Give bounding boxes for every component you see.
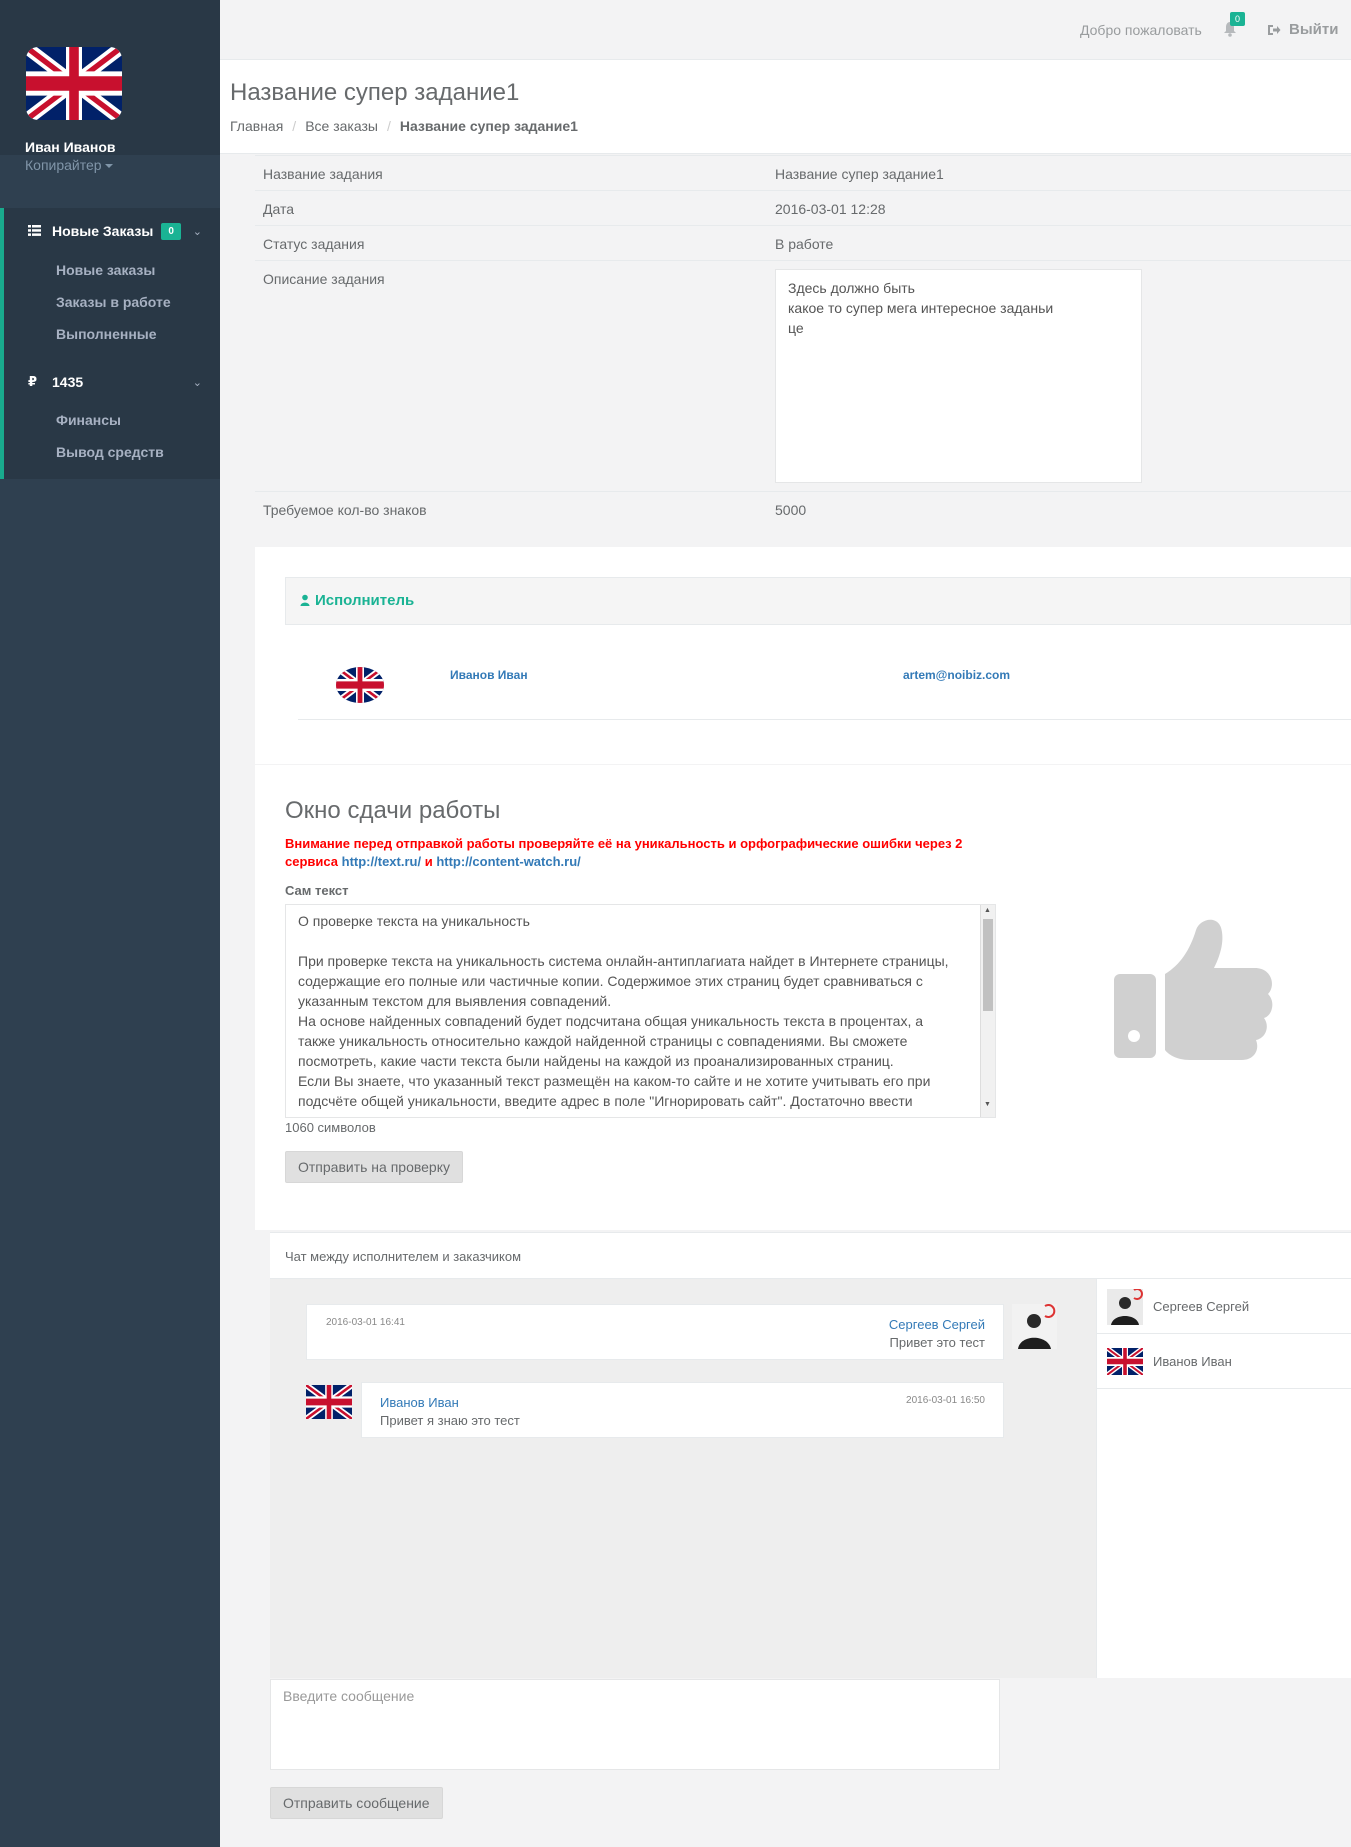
breadcrumb-home[interactable]: Главная — [230, 118, 283, 134]
table-row: Требуемое кол-во знаков 5000 — [255, 491, 1351, 546]
chat-message: Иванов Иван Привет я знаю это тест 2016-… — [361, 1382, 1004, 1438]
breadcrumb-current: Название супер задание1 — [399, 118, 578, 134]
message-time: 2016-03-01 16:41 — [326, 1317, 405, 1328]
chevron-down-icon[interactable]: ⌄ — [193, 376, 202, 389]
executor-heading-label: Исполнитель — [315, 592, 415, 609]
sidebar-item-finances[interactable]: Финансы — [56, 412, 121, 428]
executor-row: Иванов Иван artem@noibiz.com — [298, 632, 1351, 720]
row-label: Дата — [263, 201, 295, 217]
row-label: Название задания — [263, 166, 383, 182]
logout-label: Выйти — [1289, 21, 1339, 38]
balance-label: 1435 — [52, 374, 84, 390]
work-text-content: О проверке текста на уникальность При пр… — [298, 913, 949, 1109]
sidebar-item-completed[interactable]: Выполненные — [56, 326, 157, 342]
profile-name: Иван Иванов — [25, 139, 116, 155]
scrollbar-thumb[interactable] — [983, 919, 993, 1011]
chat-section: Чат между исполнителем и заказчиком 2016… — [270, 1232, 1351, 1842]
chevron-down-icon[interactable]: ⌄ — [193, 225, 202, 238]
page-heading: Название супер задание1 Главная / Все зака… — [220, 60, 1351, 154]
row-label: Статус задания — [263, 236, 365, 252]
uk-flag-icon — [26, 47, 122, 120]
executor-avatar — [336, 667, 384, 703]
submit-for-review-button[interactable]: Отправить на проверку — [285, 1151, 464, 1183]
message-author[interactable]: Иванов Иван — [380, 1395, 459, 1410]
avatar — [1107, 1348, 1143, 1375]
message-input[interactable]: Введите сообщение — [270, 1679, 1000, 1770]
chat-users-list: Сергеев Сергей Иванов Иван — [1096, 1279, 1351, 1678]
character-counter: 1060 символов — [285, 1120, 376, 1135]
sidebar-group-balance[interactable]: ₽ 1435 — [28, 371, 83, 393]
avatar — [306, 1385, 352, 1419]
row-value: Название супер задание1 — [775, 166, 944, 182]
executor-section: Исполнитель Иванов Иван artem@noibiz.com — [255, 547, 1351, 764]
warning-text: Внимание перед отправкой работы проверяй… — [285, 835, 985, 871]
submit-work-section: Окно сдачи работы Внимание перед отправк… — [255, 765, 1351, 1230]
sidebar-group-orders[interactable]: Новые Заказы 0 — [28, 220, 181, 242]
row-value: 5000 — [775, 502, 807, 518]
sidebar-nav: Новые Заказы 0 ⌄ Новые заказы Заказы в р… — [0, 208, 220, 479]
submit-title: Окно сдачи работы — [285, 797, 501, 824]
list-icon — [28, 224, 42, 239]
welcome-text: Добро пожаловать — [1080, 22, 1202, 38]
chat-user-item[interactable]: Сергеев Сергей — [1097, 1279, 1351, 1334]
notification-badge: 0 — [1230, 12, 1246, 26]
chat-user-name: Иванов Иван — [1153, 1354, 1232, 1369]
breadcrumb-all-orders[interactable]: Все заказы — [305, 118, 378, 134]
thumbs-up-icon — [1110, 910, 1275, 1074]
avatar — [1107, 1289, 1143, 1325]
top-navbar: Добро пожаловать 0 Выйти — [220, 0, 1351, 60]
logout-button[interactable]: Выйти — [1267, 21, 1338, 38]
profile-block: Иван Иванов Копирайтер — [0, 0, 220, 173]
text-label: Сам текст — [285, 883, 349, 898]
chat-user-item[interactable]: Иванов Иван — [1097, 1334, 1351, 1389]
message-author[interactable]: Сергеев Сергей — [889, 1317, 985, 1332]
scroll-up-icon[interactable]: ▲ — [984, 907, 991, 914]
executor-name-link[interactable]: Иванов Иван — [450, 668, 528, 682]
breadcrumb: Главная / Все заказы / Название супер задани… — [230, 118, 578, 134]
ruble-icon: ₽ — [28, 374, 38, 389]
work-text-textarea[interactable]: О проверке текста на уникальность При пр… — [285, 904, 996, 1118]
sign-out-icon — [1268, 24, 1281, 35]
row-value: 2016-03-01 12:28 — [775, 201, 886, 217]
sidebar-item-orders-in-progress[interactable]: Заказы в работе — [56, 294, 171, 310]
content-watch-link[interactable]: http://content-watch.ru/ — [436, 854, 580, 869]
executor-email-link[interactable]: artem@noibiz.com — [903, 668, 1010, 682]
chat-messages: 2016-03-01 16:41 Сергеев Сергей Привет э… — [270, 1279, 1096, 1678]
sidebar-group-label: Новые Заказы — [52, 223, 154, 239]
table-row: Описание задания Здесь должно быть какое… — [255, 260, 1351, 491]
sidebar-item-withdraw[interactable]: Вывод средств — [56, 444, 164, 460]
message-time: 2016-03-01 16:50 — [906, 1395, 985, 1406]
user-secret-icon — [300, 594, 310, 606]
chat-message: 2016-03-01 16:41 Сергеев Сергей Привет э… — [306, 1304, 1004, 1360]
text-ru-link[interactable]: http://text.ru/ — [342, 854, 421, 869]
table-row: Статус задания В работе — [255, 225, 1351, 260]
orders-count-badge: 0 — [161, 222, 181, 240]
sidebar-item-new-orders[interactable]: Новые заказы — [56, 262, 155, 278]
profile-role-dropdown[interactable]: Копирайтер — [25, 157, 113, 173]
textarea-scrollbar[interactable]: ▲ ▼ — [980, 905, 995, 1117]
avatar[interactable] — [26, 47, 122, 120]
row-label: Описание задания — [263, 271, 385, 287]
table-row: Название задания Название супер задание1 — [255, 155, 1351, 190]
description-textarea[interactable]: Здесь должно быть какое то супер мега ин… — [775, 269, 1142, 483]
send-message-button[interactable]: Отправить сообщение — [270, 1787, 443, 1819]
chat-user-name: Сергеев Сергей — [1153, 1299, 1250, 1314]
message-text: Привет это тест — [889, 1335, 985, 1350]
avatar — [1012, 1304, 1057, 1349]
table-row: Дата 2016-03-01 12:28 — [255, 190, 1351, 225]
page-title: Название супер задание1 — [230, 79, 520, 106]
scroll-down-icon[interactable]: ▼ — [984, 1101, 991, 1108]
message-text: Привет я знаю это тест — [380, 1413, 520, 1428]
profile-role-label: Копирайтер — [25, 157, 102, 173]
warning-and: и — [424, 854, 433, 869]
row-value: В работе — [775, 236, 834, 252]
chat-heading: Чат между исполнителем и заказчиком — [270, 1232, 1351, 1279]
sidebar: Иван Иванов Копирайтер Новые Заказы 0 ⌄ … — [0, 0, 220, 1847]
executor-panel-heading: Исполнитель — [285, 577, 1351, 625]
row-label: Требуемое кол-во знаков — [263, 502, 427, 518]
caret-down-icon — [104, 164, 113, 169]
